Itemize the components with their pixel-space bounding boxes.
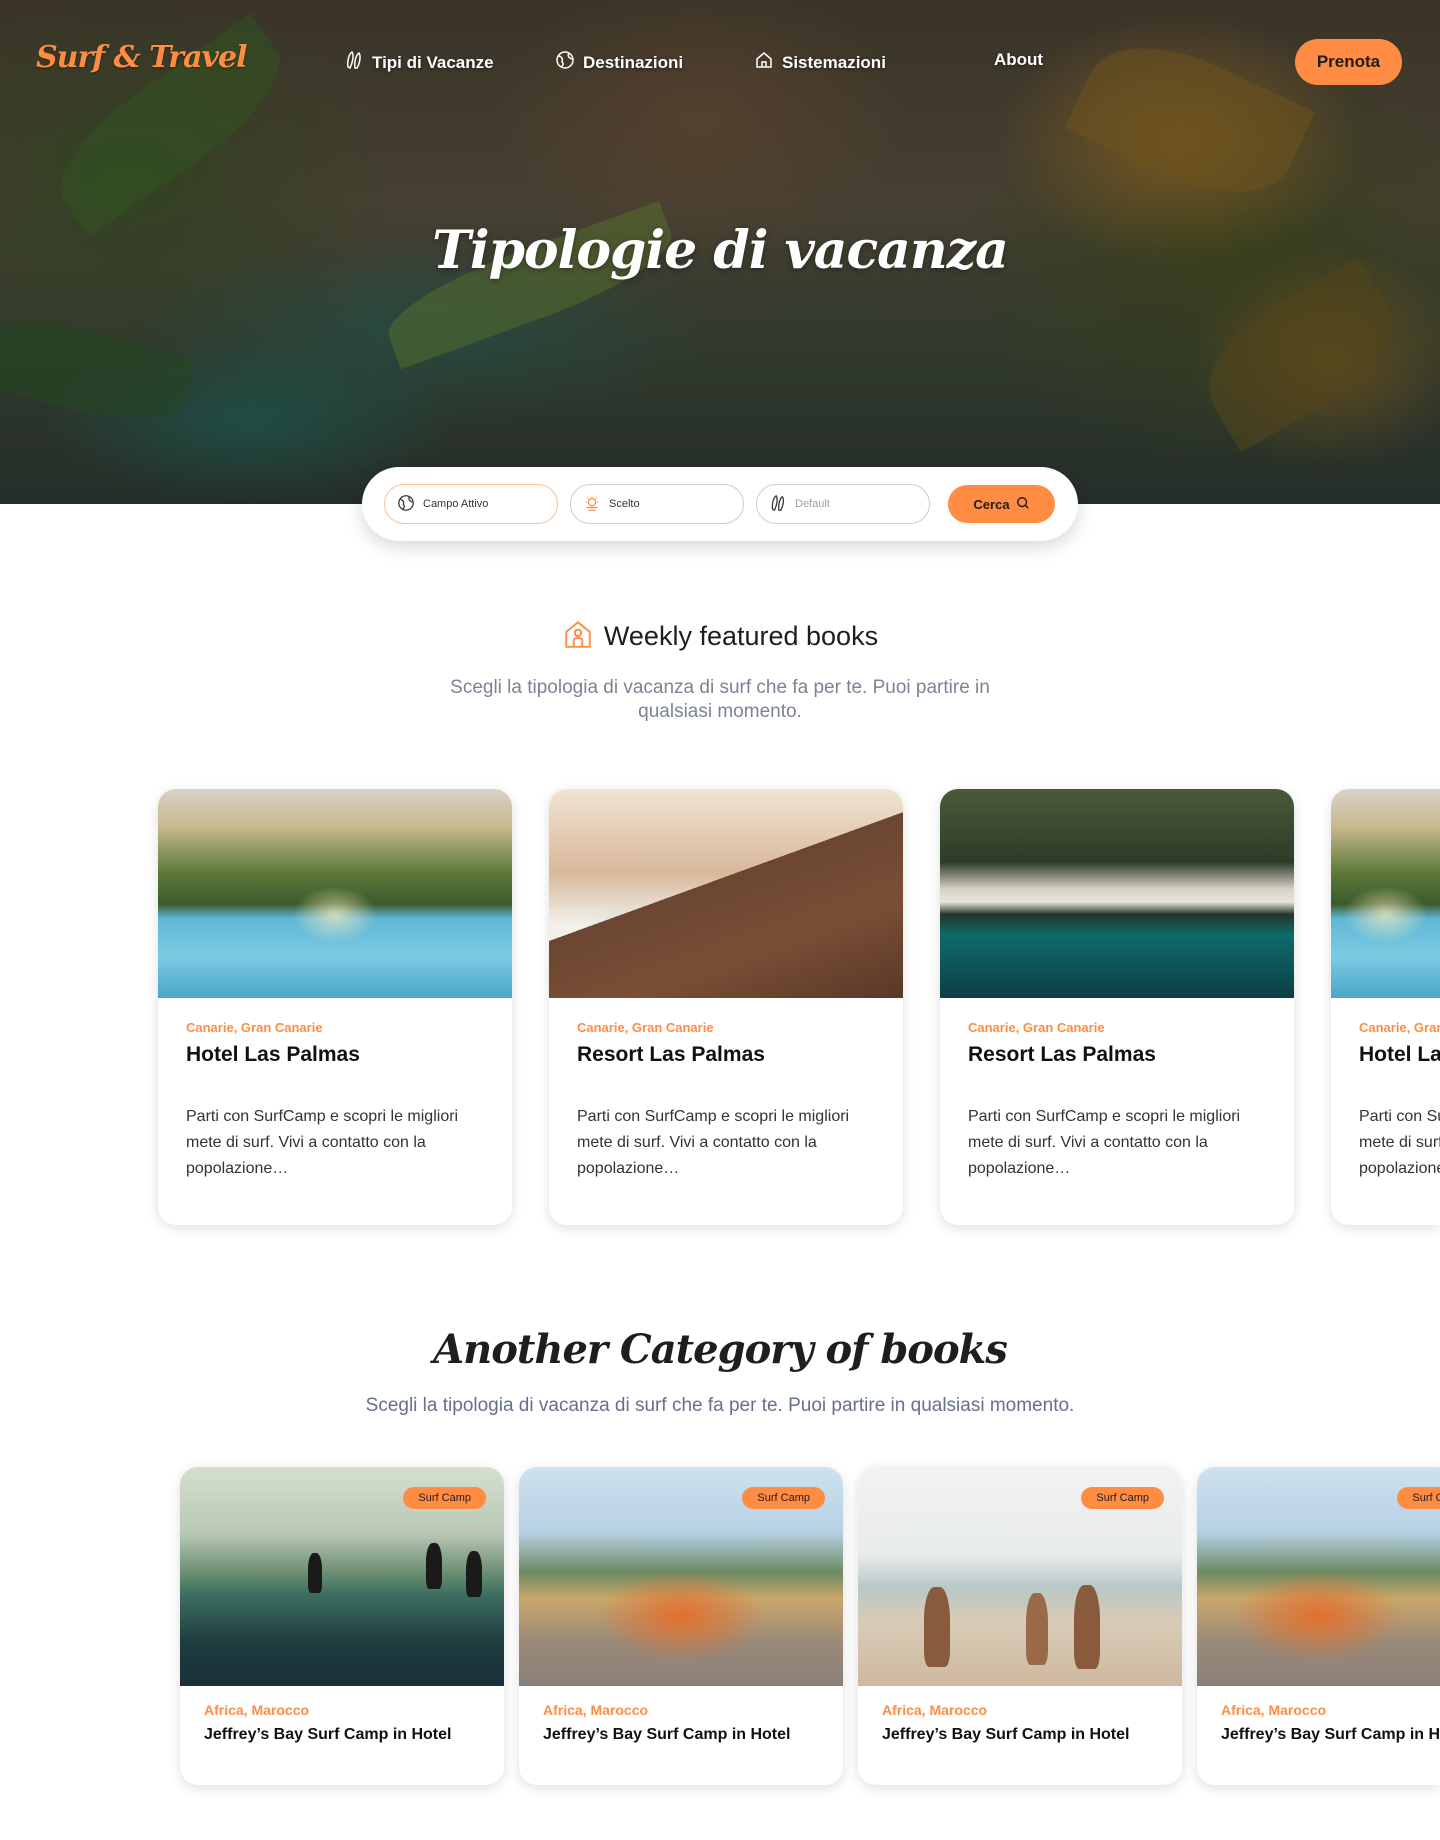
featured-card[interactable]: Canarie, Gran Canarie Resort Las Palmas … [940,789,1294,1225]
category-subtitle: Scegli la tipologia di vacanza di surf c… [365,1395,1075,1416]
card-description: Parti con SurfCamp e scopri le migliori … [968,1108,1241,1177]
featured-card[interactable]: Canarie, Gran Canarie Resort Las Palmas … [549,789,903,1225]
card-title: Hotel Las Palmas [1359,1043,1440,1066]
search-field-default[interactable]: Default [756,484,930,524]
surfer-figure [308,1553,322,1593]
nav-item-label: Sistemazioni [782,52,886,72]
category-badge: Surf Camp [742,1487,825,1509]
card-image: Surf Camp [180,1467,504,1686]
nav-item-label: Tipi di Vacanze [372,52,494,72]
globe-icon [397,494,415,515]
search-icon [1016,496,1030,513]
card-title: Jeffrey’s Bay Surf Camp in Hotel [543,1726,791,1743]
card-location: Canarie, Gran Canarie [186,1020,323,1035]
prenota-button[interactable]: Prenota [1295,39,1402,85]
card-description: Parti con SurfCamp e scopri le migliori … [1359,1108,1440,1177]
category-title: Another Category of books [433,1326,1008,1373]
card-image: Surf Camp [1197,1467,1440,1686]
card-image [549,789,903,998]
surfer-figure [1026,1593,1048,1665]
search-field-campo[interactable]: Campo Attivo [384,484,558,524]
card-location: Canarie, Gran Canarie [577,1020,714,1035]
surfboard-icon [344,50,364,75]
card-image [940,789,1294,998]
card-location: Canarie, Gran Canarie [968,1020,1105,1035]
category-card[interactable]: Surf Camp Africa, Marocco Jeffrey’s Bay … [1197,1467,1440,1785]
hero-banner: Surf & Travel Tipi di Vacanze Destinazio… [0,0,1440,504]
category-badge: Surf Camp [1081,1487,1164,1509]
home-icon [562,618,594,655]
nav-item-label: About [994,50,1044,69]
card-title: Resort Las Palmas [968,1043,1156,1066]
surfer-figure [1074,1585,1100,1669]
category-card[interactable]: Surf Camp Africa, Marocco Jeffrey’s Bay … [858,1467,1182,1785]
category-card[interactable]: Surf Camp Africa, Marocco Jeffrey’s Bay … [519,1467,843,1785]
cerca-button[interactable]: Cerca [948,485,1055,523]
nav-item-tipi-di-vacanze[interactable]: Tipi di Vacanze [344,50,494,75]
card-title: Jeffrey’s Bay Surf Camp in Hotel [204,1726,452,1743]
card-image: Surf Camp [519,1467,843,1686]
card-image [1331,789,1440,998]
card-location: Canarie, Gran Canarie [1359,1020,1440,1035]
search-field-scelto[interactable]: Scelto [570,484,744,524]
search-field-placeholder: Default [795,498,830,510]
top-navigation: Surf & Travel Tipi di Vacanze Destinazio… [0,0,1440,124]
surfer-figure [426,1543,442,1589]
category-card[interactable]: Surf Camp Africa, Marocco Jeffrey’s Bay … [180,1467,504,1785]
logo[interactable]: Surf & Travel [36,40,247,75]
card-description: Parti con SurfCamp e scopri le migliori … [186,1108,459,1177]
surfer-figure [924,1587,950,1667]
card-location: Africa, Marocco [204,1702,310,1718]
nav-item-about[interactable]: About [994,50,1043,70]
card-location: Africa, Marocco [543,1702,649,1718]
featured-card[interactable]: Canarie, Gran Canarie Hotel Las Palmas P… [158,789,512,1225]
card-location: Africa, Marocco [1221,1702,1327,1718]
card-title: Resort Las Palmas [577,1043,765,1066]
featured-title: Weekly featured books [603,621,879,651]
card-image [158,789,512,998]
card-location: Africa, Marocco [882,1702,988,1718]
card-title: Jeffrey’s Bay Surf Camp in Hotel [1221,1726,1440,1743]
globe-icon [555,50,575,75]
search-field-value: Campo Attivo [423,498,489,510]
search-field-value: Scelto [609,498,640,510]
featured-heading: Weekly featured books [0,618,1440,655]
nav-item-sistemazioni[interactable]: Sistemazioni [754,50,886,75]
sun-icon [583,494,601,515]
card-description: Parti con SurfCamp e scopri le migliori … [577,1108,850,1177]
surfer-figure [466,1551,482,1597]
surfboard-icon [769,494,787,515]
page-title: Tipologie di vacanza [432,220,1009,281]
category-badge: Surf Camp [1397,1487,1440,1509]
search-bar: Campo Attivo Scelto Default Cerca [362,467,1078,541]
cerca-label: Cerca [973,496,1010,512]
home-icon [754,50,774,75]
card-image: Surf Camp [858,1467,1182,1686]
category-badge: Surf Camp [403,1487,486,1509]
card-title: Jeffrey’s Bay Surf Camp in Hotel [882,1726,1130,1743]
featured-card[interactable]: Canarie, Gran Canarie Hotel Las Palmas P… [1331,789,1440,1225]
nav-item-label: Destinazioni [583,52,684,72]
featured-subtitle: Scegli la tipologia di vacanza di surf c… [450,677,990,722]
card-title: Hotel Las Palmas [186,1043,360,1066]
nav-item-destinazioni[interactable]: Destinazioni [555,50,683,75]
